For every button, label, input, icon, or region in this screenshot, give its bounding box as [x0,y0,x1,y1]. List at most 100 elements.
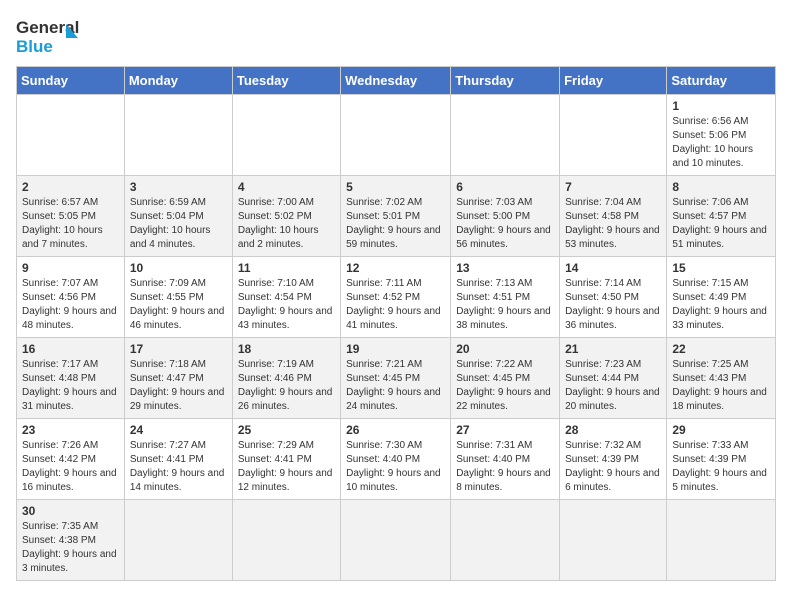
weekday-header-monday: Monday [124,67,232,95]
logo: GeneralBlue [16,16,96,58]
day-number: 30 [22,504,119,518]
day-info: Sunrise: 6:56 AM Sunset: 5:06 PM Dayligh… [672,115,770,171]
day-info: Sunrise: 7:18 AM Sunset: 4:47 PM Dayligh… [130,358,227,414]
day-info: Sunrise: 6:57 AM Sunset: 5:05 PM Dayligh… [22,196,119,252]
day-number: 29 [672,423,770,437]
day-number: 6 [456,180,554,194]
logo-svg: GeneralBlue [16,16,96,58]
calendar-cell: 10 Sunrise: 7:09 AM Sunset: 4:55 PM Dayli… [124,257,232,338]
calendar-cell [451,500,560,581]
calendar-cell [560,500,667,581]
svg-text:Blue: Blue [16,37,53,56]
day-info: Sunrise: 7:25 AM Sunset: 4:43 PM Dayligh… [672,358,770,414]
calendar-cell: 15 Sunrise: 7:15 AM Sunset: 4:49 PM Dayli… [667,257,776,338]
day-info: Sunrise: 7:02 AM Sunset: 5:01 PM Dayligh… [346,196,445,252]
day-number: 18 [238,342,335,356]
calendar-cell: 17 Sunrise: 7:18 AM Sunset: 4:47 PM Dayli… [124,338,232,419]
calendar-cell: 6 Sunrise: 7:03 AM Sunset: 5:00 PM Daylig… [451,176,560,257]
day-info: Sunrise: 7:19 AM Sunset: 4:46 PM Dayligh… [238,358,335,414]
day-info: Sunrise: 7:14 AM Sunset: 4:50 PM Dayligh… [565,277,661,333]
day-number: 15 [672,261,770,275]
calendar-cell [124,95,232,176]
day-number: 19 [346,342,445,356]
calendar-cell: 3 Sunrise: 6:59 AM Sunset: 5:04 PM Daylig… [124,176,232,257]
calendar-cell: 29 Sunrise: 7:33 AM Sunset: 4:39 PM Dayli… [667,419,776,500]
calendar-cell: 18 Sunrise: 7:19 AM Sunset: 4:46 PM Dayli… [232,338,340,419]
calendar-cell [232,95,340,176]
day-info: Sunrise: 7:04 AM Sunset: 4:58 PM Dayligh… [565,196,661,252]
calendar-cell: 2 Sunrise: 6:57 AM Sunset: 5:05 PM Daylig… [17,176,125,257]
day-number: 16 [22,342,119,356]
day-number: 13 [456,261,554,275]
weekday-header-saturday: Saturday [667,67,776,95]
day-number: 3 [130,180,227,194]
calendar-cell [341,95,451,176]
calendar-cell [124,500,232,581]
day-info: Sunrise: 7:35 AM Sunset: 4:38 PM Dayligh… [22,520,119,576]
day-number: 7 [565,180,661,194]
calendar-cell: 9 Sunrise: 7:07 AM Sunset: 4:56 PM Daylig… [17,257,125,338]
day-info: Sunrise: 7:03 AM Sunset: 5:00 PM Dayligh… [456,196,554,252]
calendar-cell: 22 Sunrise: 7:25 AM Sunset: 4:43 PM Dayli… [667,338,776,419]
calendar-cell: 5 Sunrise: 7:02 AM Sunset: 5:01 PM Daylig… [341,176,451,257]
weekday-header-wednesday: Wednesday [341,67,451,95]
day-info: Sunrise: 7:32 AM Sunset: 4:39 PM Dayligh… [565,439,661,495]
day-info: Sunrise: 6:59 AM Sunset: 5:04 PM Dayligh… [130,196,227,252]
day-info: Sunrise: 7:27 AM Sunset: 4:41 PM Dayligh… [130,439,227,495]
calendar-table: SundayMondayTuesdayWednesdayThursdayFrid… [16,66,776,581]
day-info: Sunrise: 7:33 AM Sunset: 4:39 PM Dayligh… [672,439,770,495]
day-info: Sunrise: 7:11 AM Sunset: 4:52 PM Dayligh… [346,277,445,333]
day-info: Sunrise: 7:23 AM Sunset: 4:44 PM Dayligh… [565,358,661,414]
calendar-cell [560,95,667,176]
day-number: 23 [22,423,119,437]
page-header: GeneralBlue [16,16,776,58]
calendar-week-row: 9 Sunrise: 7:07 AM Sunset: 4:56 PM Daylig… [17,257,776,338]
day-number: 11 [238,261,335,275]
day-number: 1 [672,99,770,113]
calendar-cell: 11Sunrise: 7:10 AM Sunset: 4:54 PM Dayli… [232,257,340,338]
calendar-cell [341,500,451,581]
weekday-header-thursday: Thursday [451,67,560,95]
calendar-cell: 4Sunrise: 7:00 AM Sunset: 5:02 PM Daylig… [232,176,340,257]
day-info: Sunrise: 7:09 AM Sunset: 4:55 PM Dayligh… [130,277,227,333]
day-number: 5 [346,180,445,194]
calendar-cell: 19 Sunrise: 7:21 AM Sunset: 4:45 PM Dayli… [341,338,451,419]
calendar-week-row: 1 Sunrise: 6:56 AM Sunset: 5:06 PM Daylig… [17,95,776,176]
calendar-cell: 24Sunrise: 7:27 AM Sunset: 4:41 PM Dayli… [124,419,232,500]
calendar-week-row: 23 Sunrise: 7:26 AM Sunset: 4:42 PM Dayli… [17,419,776,500]
calendar-cell: 21 Sunrise: 7:23 AM Sunset: 4:44 PM Dayli… [560,338,667,419]
day-number: 22 [672,342,770,356]
day-number: 2 [22,180,119,194]
calendar-cell: 28Sunrise: 7:32 AM Sunset: 4:39 PM Dayli… [560,419,667,500]
day-info: Sunrise: 7:15 AM Sunset: 4:49 PM Dayligh… [672,277,770,333]
calendar-cell: 26 Sunrise: 7:30 AM Sunset: 4:40 PM Dayli… [341,419,451,500]
calendar-cell: 30 Sunrise: 7:35 AM Sunset: 4:38 PM Dayli… [17,500,125,581]
calendar-cell: 25Sunrise: 7:29 AM Sunset: 4:41 PM Dayli… [232,419,340,500]
calendar-cell: 14 Sunrise: 7:14 AM Sunset: 4:50 PM Dayli… [560,257,667,338]
calendar-cell: 20Sunrise: 7:22 AM Sunset: 4:45 PM Dayli… [451,338,560,419]
day-info: Sunrise: 7:30 AM Sunset: 4:40 PM Dayligh… [346,439,445,495]
day-number: 14 [565,261,661,275]
calendar-cell: 16Sunrise: 7:17 AM Sunset: 4:48 PM Dayli… [17,338,125,419]
day-info: Sunrise: 7:21 AM Sunset: 4:45 PM Dayligh… [346,358,445,414]
calendar-week-row: 30 Sunrise: 7:35 AM Sunset: 4:38 PM Dayli… [17,500,776,581]
calendar-cell: 23 Sunrise: 7:26 AM Sunset: 4:42 PM Dayli… [17,419,125,500]
calendar-cell: 8Sunrise: 7:06 AM Sunset: 4:57 PM Daylig… [667,176,776,257]
day-number: 9 [22,261,119,275]
calendar-cell [667,500,776,581]
weekday-header-sunday: Sunday [17,67,125,95]
calendar-week-row: 2 Sunrise: 6:57 AM Sunset: 5:05 PM Daylig… [17,176,776,257]
day-number: 21 [565,342,661,356]
calendar-cell [451,95,560,176]
weekday-header-tuesday: Tuesday [232,67,340,95]
day-info: Sunrise: 7:06 AM Sunset: 4:57 PM Dayligh… [672,196,770,252]
calendar-header-row: SundayMondayTuesdayWednesdayThursdayFrid… [17,67,776,95]
calendar-cell [232,500,340,581]
day-number: 17 [130,342,227,356]
calendar-cell: 13Sunrise: 7:13 AM Sunset: 4:51 PM Dayli… [451,257,560,338]
day-info: Sunrise: 7:07 AM Sunset: 4:56 PM Dayligh… [22,277,119,333]
day-number: 10 [130,261,227,275]
day-info: Sunrise: 7:29 AM Sunset: 4:41 PM Dayligh… [238,439,335,495]
day-info: Sunrise: 7:26 AM Sunset: 4:42 PM Dayligh… [22,439,119,495]
day-number: 26 [346,423,445,437]
